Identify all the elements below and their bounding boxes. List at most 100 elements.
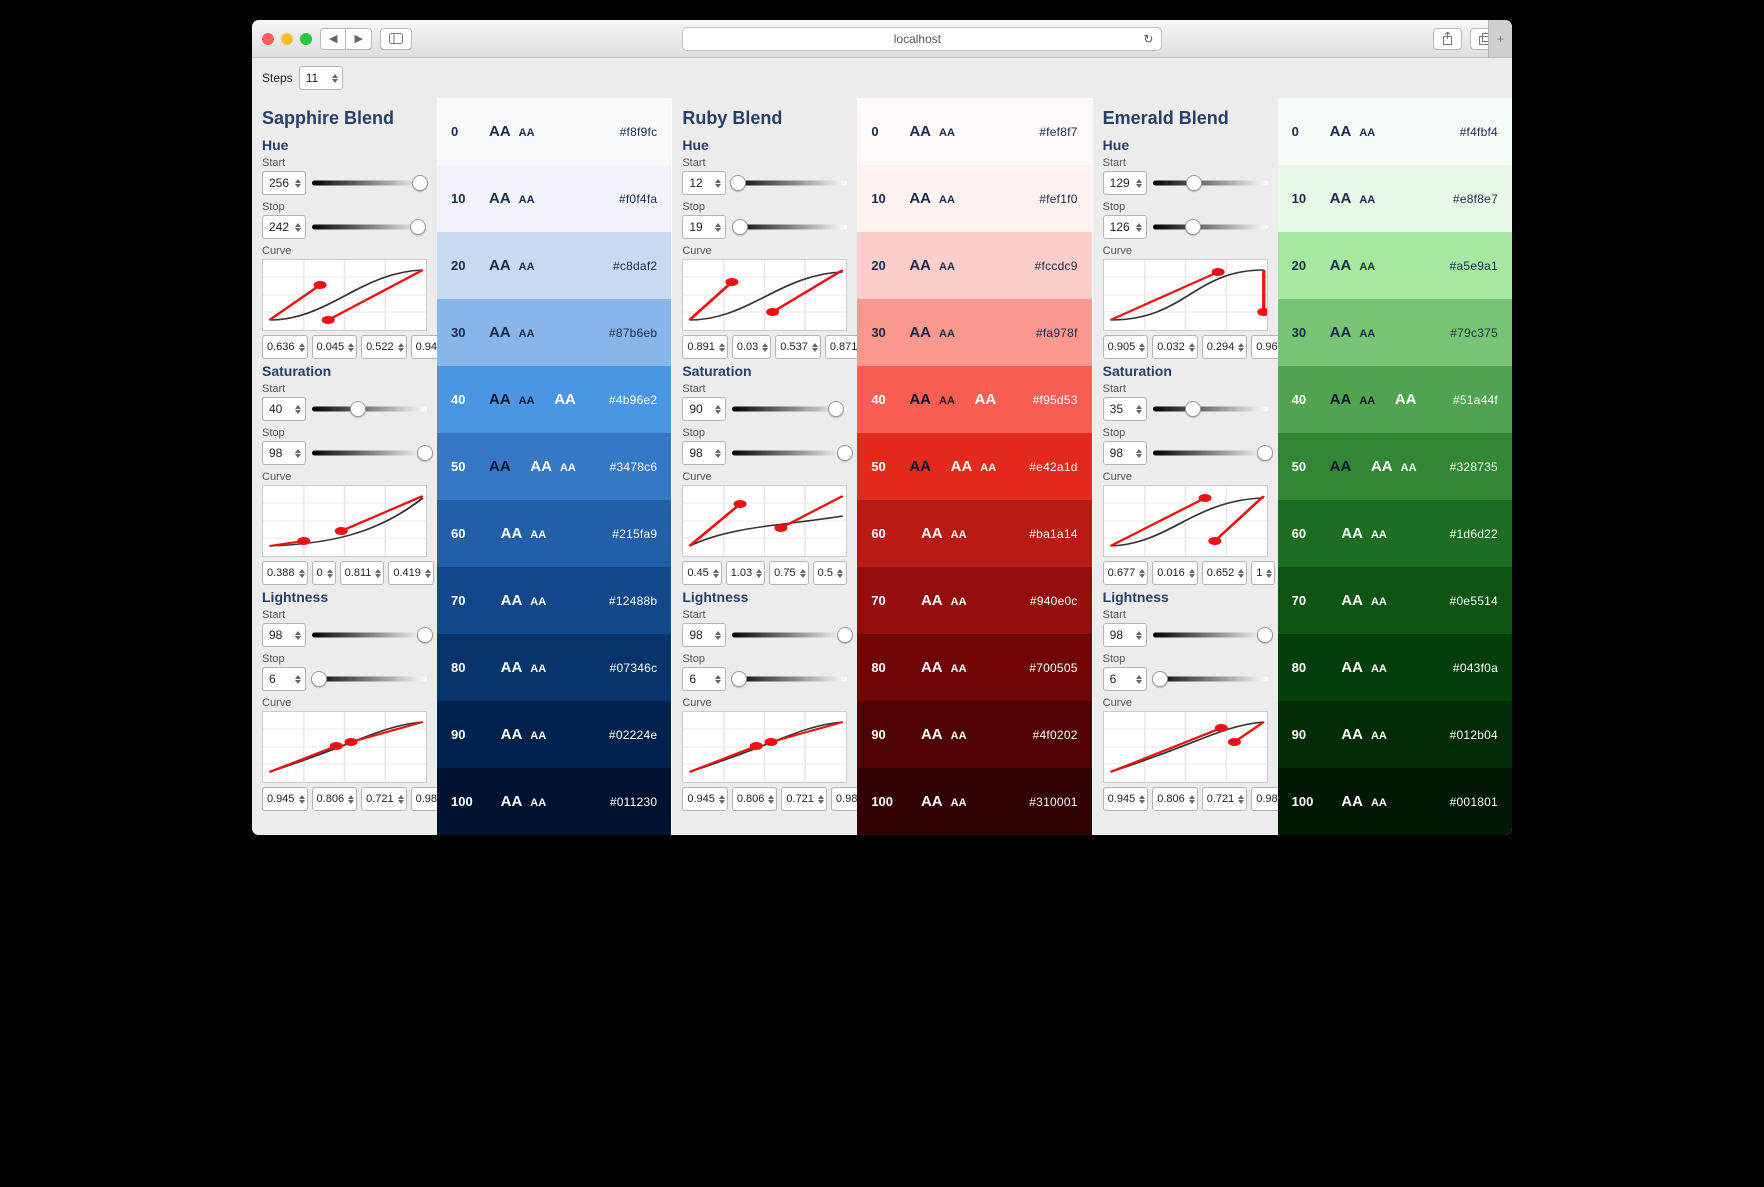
stepper-icon[interactable] [348,795,354,804]
steps-input[interactable]: 11 [299,66,343,90]
stop-input[interactable]: 98 [1103,441,1147,465]
stepper-icon[interactable] [1238,569,1244,578]
start-input[interactable]: 98 [1103,623,1147,647]
start-input[interactable]: 35 [1103,397,1147,421]
bezier-2[interactable]: 0.721 [1202,787,1248,811]
curve-editor[interactable] [1103,259,1268,331]
bezier-0[interactable]: 0.677 [1103,561,1149,585]
stepper-icon[interactable] [818,795,824,804]
stepper-icon[interactable] [295,449,301,458]
start-input[interactable]: 90 [682,397,726,421]
reload-icon[interactable]: ↻ [1143,32,1153,46]
start-input[interactable]: 129 [1103,171,1147,195]
start-input[interactable]: 256 [262,171,306,195]
bezier-0[interactable]: 0.945 [262,787,308,811]
stepper-icon[interactable] [1139,343,1145,352]
stepper-icon[interactable] [295,405,301,414]
stepper-icon[interactable] [425,569,431,578]
curve-editor[interactable] [262,485,427,557]
bezier-0[interactable]: 0.905 [1103,335,1149,359]
curve-editor[interactable] [1103,485,1268,557]
stepper-icon[interactable] [299,795,305,804]
start-slider[interactable] [312,402,427,416]
bezier-3[interactable]: 1 [1251,561,1275,585]
stepper-icon[interactable] [715,675,721,684]
stepper-icon[interactable] [299,569,305,578]
stop-input[interactable]: 6 [682,667,726,691]
bezier-2[interactable]: 0.721 [361,787,407,811]
stepper-icon[interactable] [1136,449,1142,458]
stepper-icon[interactable] [1136,405,1142,414]
forward-button[interactable]: ▶ [345,28,371,50]
curve-editor[interactable] [262,259,427,331]
stepper-icon[interactable] [295,631,301,640]
bezier-2[interactable]: 0.522 [361,335,407,359]
stepper-icon[interactable] [837,569,843,578]
stepper-icon[interactable] [327,569,333,578]
curve-editor[interactable] [1103,711,1268,783]
stepper-icon[interactable] [398,343,404,352]
bezier-3[interactable]: 0.5 [813,561,848,585]
stepper-icon[interactable] [299,343,305,352]
bezier-2[interactable]: 0.652 [1202,561,1248,585]
curve-editor[interactable] [682,711,847,783]
bezier-2[interactable]: 0.721 [781,787,827,811]
start-slider[interactable] [1153,402,1268,416]
start-input[interactable]: 98 [682,623,726,647]
bezier-0[interactable]: 0.388 [262,561,308,585]
stepper-icon[interactable] [348,343,354,352]
bezier-1[interactable]: 0.806 [732,787,778,811]
stop-slider[interactable] [312,446,427,460]
stepper-icon[interactable] [295,223,301,232]
stepper-icon[interactable] [719,343,725,352]
start-slider[interactable] [1153,176,1268,190]
start-slider[interactable] [732,176,847,190]
stepper-icon[interactable] [1136,675,1142,684]
stop-slider[interactable] [732,672,847,686]
share-button[interactable] [1433,28,1462,50]
stop-slider[interactable] [312,220,427,234]
stepper-icon[interactable] [715,631,721,640]
bezier-1[interactable]: 1.03 [726,561,765,585]
stepper-icon[interactable] [715,179,721,188]
stop-slider[interactable] [312,672,427,686]
close-icon[interactable] [262,33,274,45]
bezier-1[interactable]: 0.03 [732,335,771,359]
start-slider[interactable] [312,628,427,642]
stepper-icon[interactable] [756,569,762,578]
sidebar-toggle-button[interactable] [380,28,412,50]
stepper-icon[interactable] [332,74,338,83]
bezier-1[interactable]: 0.806 [312,787,358,811]
bezier-2[interactable]: 0.75 [769,561,808,585]
start-input[interactable]: 40 [262,397,306,421]
stop-slider[interactable] [1153,446,1268,460]
start-slider[interactable] [732,402,847,416]
zoom-icon[interactable] [300,33,312,45]
stop-input[interactable]: 242 [262,215,306,239]
bezier-2[interactable]: 0.811 [340,561,385,585]
start-slider[interactable] [312,176,427,190]
start-slider[interactable] [1153,628,1268,642]
stepper-icon[interactable] [1189,343,1195,352]
stop-input[interactable]: 6 [1103,667,1147,691]
bezier-1[interactable]: 0.806 [1152,787,1198,811]
stop-slider[interactable] [1153,220,1268,234]
bezier-1[interactable]: 0.045 [312,335,358,359]
stepper-icon[interactable] [715,223,721,232]
stop-input[interactable]: 98 [682,441,726,465]
stepper-icon[interactable] [375,569,381,578]
bezier-2[interactable]: 0.537 [775,335,821,359]
back-button[interactable]: ◀ [320,28,345,50]
curve-editor[interactable] [682,485,847,557]
stop-input[interactable]: 19 [682,215,726,239]
stepper-icon[interactable] [1266,569,1272,578]
new-tab-button[interactable]: + [1488,20,1512,57]
stepper-icon[interactable] [812,343,818,352]
stepper-icon[interactable] [1136,631,1142,640]
stepper-icon[interactable] [1136,179,1142,188]
bezier-1[interactable]: 0 [312,561,336,585]
stepper-icon[interactable] [800,569,806,578]
bezier-0[interactable]: 0.891 [682,335,728,359]
stepper-icon[interactable] [1189,569,1195,578]
stepper-icon[interactable] [1136,223,1142,232]
